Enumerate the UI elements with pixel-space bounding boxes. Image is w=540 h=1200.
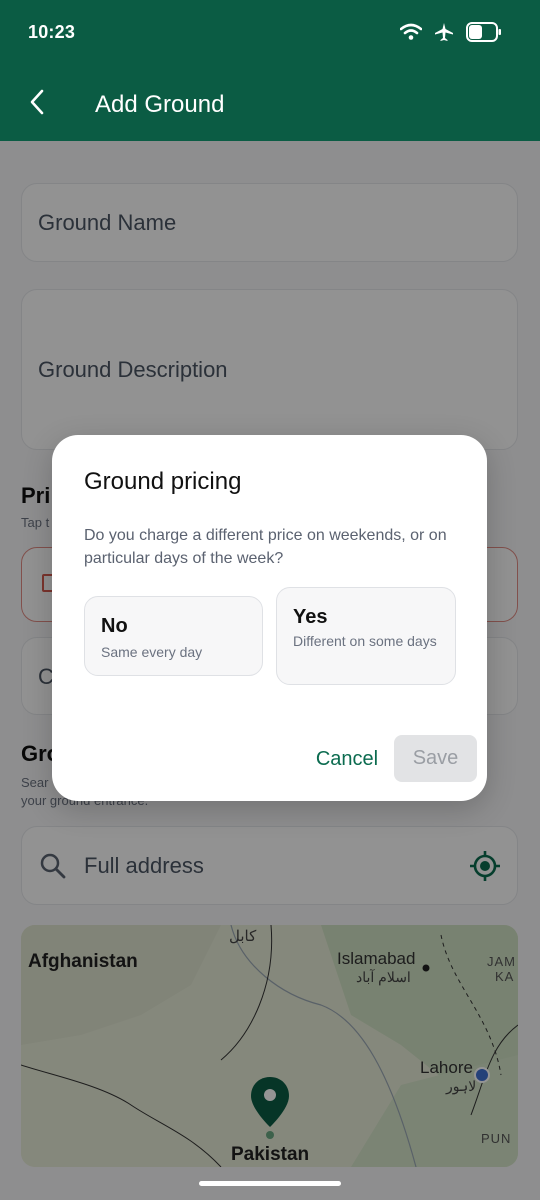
chevron-left-icon[interactable] [26,88,50,116]
status-icons [399,22,502,47]
cancel-button[interactable]: Cancel [297,738,397,780]
app-bar: Add Ground [0,64,540,141]
option-no-subtitle: Same every day [101,644,203,660]
home-indicator [199,1181,341,1186]
option-no-title: No [101,615,128,637]
dialog-title: Ground pricing [84,468,242,495]
airplane-icon [434,22,454,47]
option-yes[interactable]: Yes Different on some days [276,587,456,685]
status-time: 10:23 [28,22,76,42]
save-button[interactable]: Save [394,735,477,782]
option-yes-title: Yes [293,606,328,628]
battery-icon [466,22,502,47]
option-no[interactable]: No Same every day [84,596,263,676]
page-title: Add Ground [95,91,225,118]
option-yes-subtitle: Different on some days [293,633,437,649]
ground-pricing-dialog: Ground pricing Do you charge a different… [52,435,487,801]
dialog-text: Do you charge a different price on weeke… [84,527,447,567]
status-bar: 10:23 [0,0,540,64]
wifi-icon [399,23,423,46]
